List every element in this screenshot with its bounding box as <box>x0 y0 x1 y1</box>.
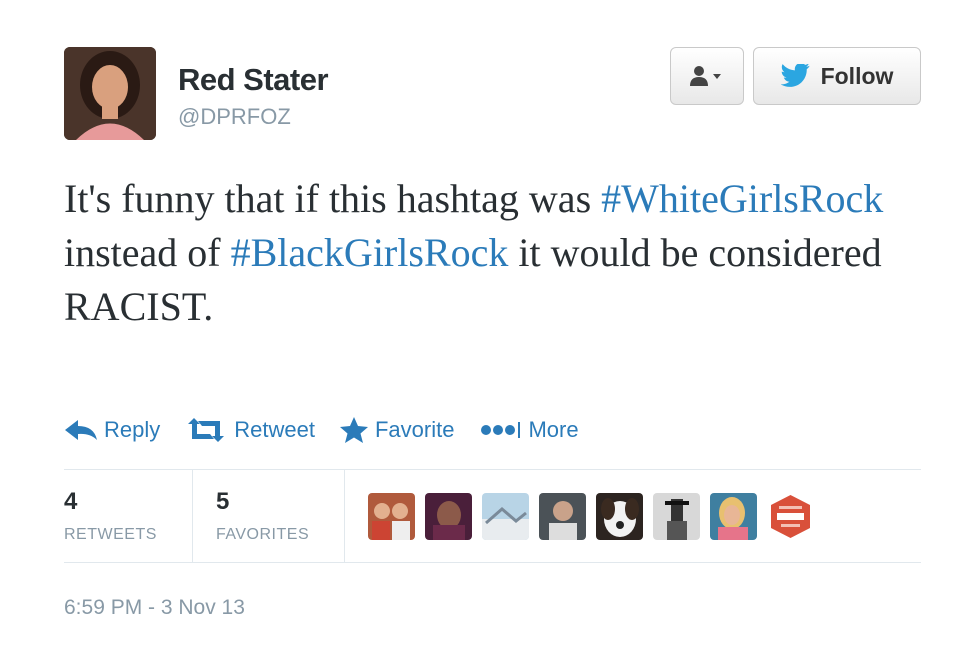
reply-icon <box>65 420 97 440</box>
favorites-label: FAVORITES <box>216 526 310 543</box>
retweets-count: 4 <box>64 488 78 515</box>
reply-label: Reply <box>104 417 161 442</box>
author-handle[interactable]: @DPRFOZ <box>178 104 291 130</box>
hashtag-link[interactable]: #BlackGirlsRock <box>231 230 509 275</box>
favorites-count: 5 <box>216 488 230 515</box>
stats-bottom-divider <box>64 562 921 563</box>
favoriter-avatar-4[interactable] <box>539 493 586 540</box>
reply-action[interactable]: Reply <box>64 417 160 443</box>
favorites-stat[interactable]: 5 FAVORITES <box>216 488 309 544</box>
retweets-stat[interactable]: 4 RETWEETS <box>64 488 157 544</box>
favoriter-avatar-5[interactable] <box>596 493 643 540</box>
favoriter-avatar-6[interactable] <box>653 493 700 540</box>
tweet-text: It's funny that if this hashtag was #Whi… <box>64 172 904 334</box>
stats-separator <box>192 470 193 563</box>
favoriter-avatar-7[interactable] <box>710 493 757 540</box>
bird-icon <box>780 64 810 87</box>
author-name[interactable]: Red Stater <box>178 62 329 98</box>
tweet-text-segment: It's funny that if this hashtag was <box>64 176 602 221</box>
retweets-label: RETWEETS <box>64 526 157 543</box>
user-actions-button[interactable] <box>670 47 744 105</box>
hashtag-link[interactable]: #WhiteGirlsRock <box>601 176 883 221</box>
favoriter-avatar-1[interactable] <box>368 493 415 540</box>
stats-separator <box>344 470 345 563</box>
more-dots-icon <box>481 422 521 438</box>
retweet-action[interactable]: Retweet <box>184 417 315 443</box>
tweet-timestamp[interactable]: 6:59 PM - 3 Nov 13 <box>64 596 245 620</box>
favorite-action[interactable]: Favorite <box>339 416 454 444</box>
favoriter-avatar-3[interactable] <box>482 493 529 540</box>
tweet-actions: Reply Retweet Favorite More <box>64 412 603 448</box>
favorite-label: Favorite <box>374 417 455 442</box>
retweet-icon <box>188 418 225 442</box>
star-icon <box>339 417 368 443</box>
tweet-text-segment: instead of <box>64 230 231 275</box>
more-action[interactable]: More <box>478 417 579 443</box>
favoriters-list <box>368 493 814 540</box>
follow-button[interactable]: Follow <box>753 47 921 105</box>
user-dropdown-icon <box>690 66 721 86</box>
author-avatar[interactable] <box>64 47 156 140</box>
retweet-label: Retweet <box>234 417 315 442</box>
more-label: More <box>528 417 579 442</box>
favoriter-avatar-8[interactable] <box>767 493 814 540</box>
follow-button-label: Follow <box>820 62 894 89</box>
favoriter-avatar-2[interactable] <box>425 493 472 540</box>
